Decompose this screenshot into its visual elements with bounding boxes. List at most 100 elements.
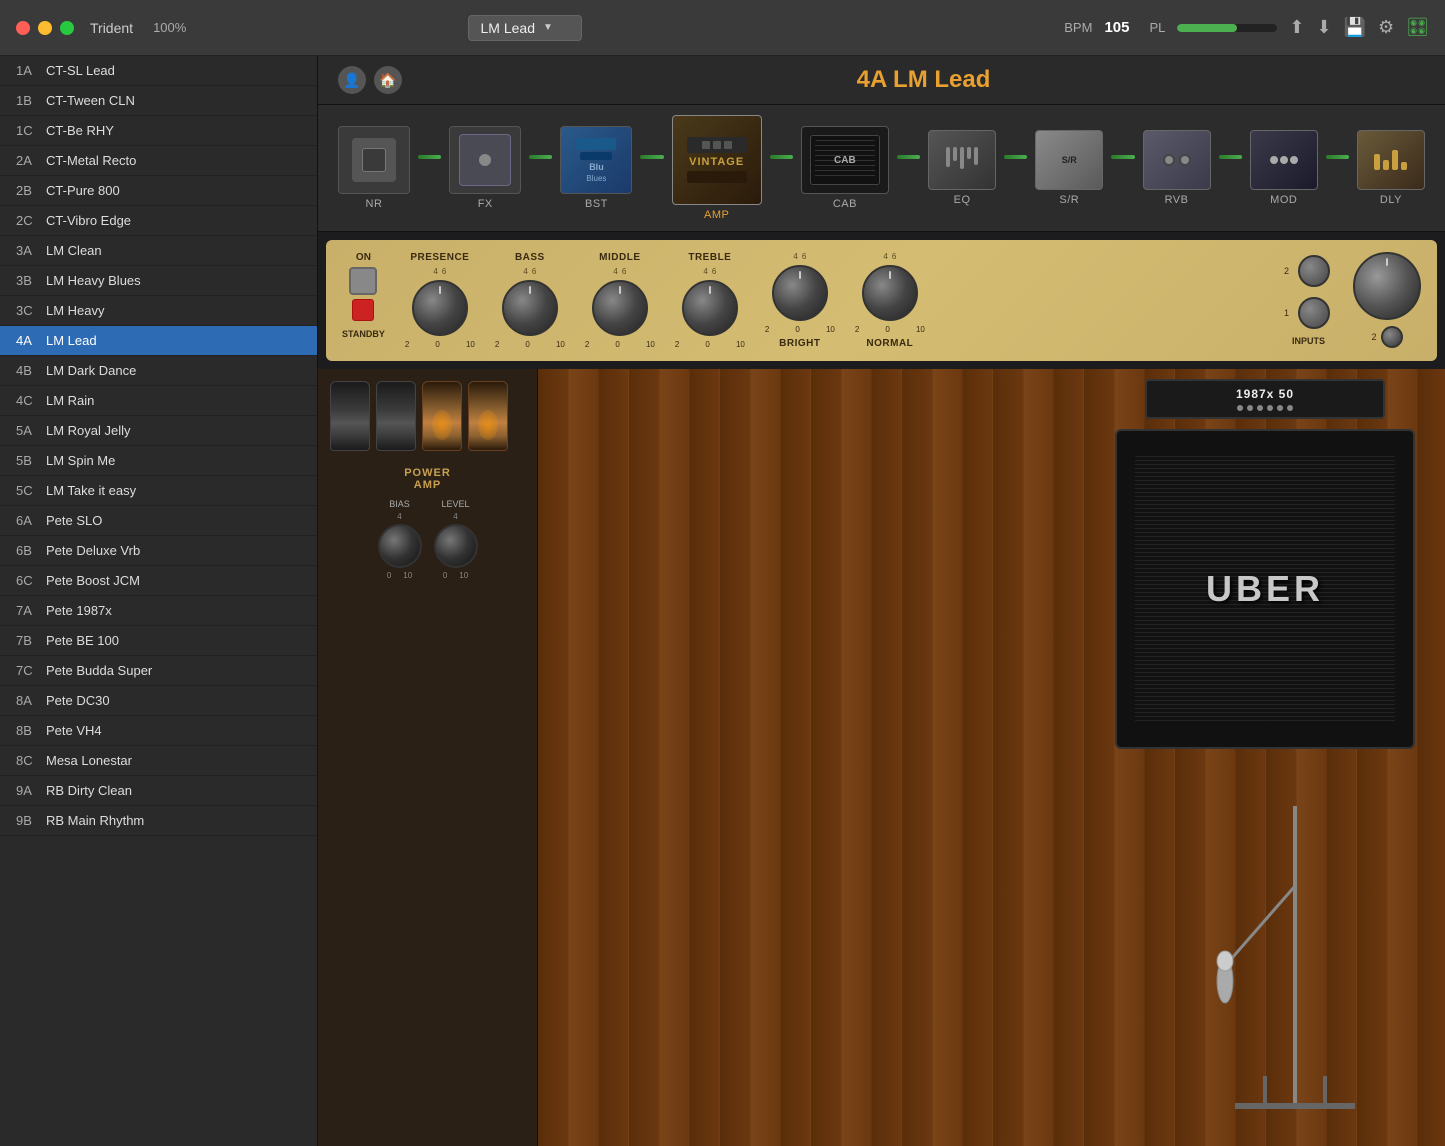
amp-detail-panel: ON STANDBY PRESENCE 46 2010 <box>326 240 1437 361</box>
chain-nr[interactable]: NR <box>338 126 410 210</box>
preset-name: Pete DC30 <box>46 693 110 708</box>
preset-row-5a[interactable]: 5ALM Royal Jelly <box>0 416 317 446</box>
normal-knob[interactable] <box>862 265 918 321</box>
mod-box[interactable] <box>1250 130 1318 190</box>
bpm-value: 105 <box>1104 19 1129 36</box>
bst-box[interactable]: Blu Blues <box>560 126 632 194</box>
preset-row-5b[interactable]: 5BLM Spin Me <box>0 446 317 476</box>
sidebar: 1ACT-SL Lead1BCT-Tween CLN1CCT-Be RHY2AC… <box>0 56 318 1146</box>
download-icon[interactable]: ⬇ <box>1316 17 1331 38</box>
preset-row-1a[interactable]: 1ACT-SL Lead <box>0 56 317 86</box>
chain-amp[interactable]: VINTAGE AMP <box>672 115 762 221</box>
preset-row-8b[interactable]: 8BPete VH4 <box>0 716 317 746</box>
bright-label: BRIGHT <box>779 338 820 349</box>
bottom-section: POWERAMP BIAS 4 010 LEVEL 4 010 <box>318 369 1445 1146</box>
preset-id: 4B <box>16 363 46 378</box>
chain-cab[interactable]: CAB CAB <box>801 126 889 210</box>
preset-row-3a[interactable]: 3ALM Clean <box>0 236 317 266</box>
preset-row-1c[interactable]: 1CCT-Be RHY <box>0 116 317 146</box>
preset-row-2b[interactable]: 2BCT-Pure 800 <box>0 176 317 206</box>
eq-box[interactable] <box>928 130 996 190</box>
export-icon[interactable]: ⬆ <box>1289 17 1304 38</box>
preset-id: 6A <box>16 513 46 528</box>
preset-row-7a[interactable]: 7APete 1987x <box>0 596 317 626</box>
preset-id: 3A <box>16 243 46 258</box>
preset-row-5c[interactable]: 5CLM Take it easy <box>0 476 317 506</box>
headphone-small-knob[interactable] <box>1381 326 1403 348</box>
preset-name: Pete SLO <box>46 513 102 528</box>
preset-row-4a[interactable]: 4ALM Lead <box>0 326 317 356</box>
preset-row-2c[interactable]: 2CCT-Vibro Edge <box>0 206 317 236</box>
cabinet[interactable]: UBER <box>1115 429 1415 749</box>
preset-row-7c[interactable]: 7CPete Budda Super <box>0 656 317 686</box>
app-name: Trident <box>90 20 133 36</box>
close-button[interactable] <box>16 21 30 35</box>
rvb-box[interactable] <box>1143 130 1211 190</box>
preset-row-6b[interactable]: 6BPete Deluxe Vrb <box>0 536 317 566</box>
save-icon[interactable]: 💾 <box>1344 17 1366 38</box>
input-jack-2[interactable] <box>1298 255 1330 287</box>
bright-knob[interactable] <box>772 265 828 321</box>
sr-box[interactable]: S/R <box>1035 130 1103 190</box>
power-amp-knobs: BIAS 4 010 LEVEL 4 010 <box>330 499 525 580</box>
settings-icon[interactable]: ⚙ <box>1378 17 1394 38</box>
treble-knob[interactable] <box>682 280 738 336</box>
preset-row-8c[interactable]: 8CMesa Lonestar <box>0 746 317 776</box>
bass-knob[interactable] <box>502 280 558 336</box>
headphone-knob[interactable] <box>1353 252 1421 320</box>
preset-row-3c[interactable]: 3CLM Heavy <box>0 296 317 326</box>
level-knob[interactable] <box>434 524 478 568</box>
plugin-icon[interactable]: 🎛 <box>1406 17 1429 38</box>
floor-area: 1987x 50 UBER <box>538 369 1445 1146</box>
cab-brand: UBER <box>1206 568 1324 610</box>
preset-row-7b[interactable]: 7BPete BE 100 <box>0 626 317 656</box>
preset-id: 2A <box>16 153 46 168</box>
wire-nr-fx <box>418 155 441 159</box>
preset-row-9a[interactable]: 9ARB Dirty Clean <box>0 776 317 806</box>
fx-box[interactable] <box>449 126 521 194</box>
preset-row-9b[interactable]: 9BRB Main Rhythm <box>0 806 317 836</box>
amp-box[interactable]: VINTAGE <box>672 115 762 205</box>
chain-sr[interactable]: S/R S/R <box>1035 130 1103 206</box>
chain-dly[interactable]: DLY <box>1357 130 1425 206</box>
header-icons: 👤 🏠 <box>338 66 402 94</box>
nr-box[interactable] <box>338 126 410 194</box>
dly-box[interactable] <box>1357 130 1425 190</box>
chain-fx[interactable]: FX <box>449 126 521 210</box>
preset-row-4c[interactable]: 4CLM Rain <box>0 386 317 416</box>
titlebar: Trident 100% LM Lead ▼ BPM 105 PL ⬆ ⬇ 💾 … <box>0 0 1445 56</box>
preset-row-8a[interactable]: 8APete DC30 <box>0 686 317 716</box>
chain-bst[interactable]: Blu Blues BST <box>560 126 632 210</box>
preset-row-6a[interactable]: 6APete SLO <box>0 506 317 536</box>
maximize-button[interactable] <box>60 21 74 35</box>
pl-slider[interactable] <box>1177 24 1277 32</box>
wire-cab-eq <box>897 155 920 159</box>
presence-control: PRESENCE 46 2010 <box>405 252 475 349</box>
chain-eq[interactable]: EQ <box>928 130 996 206</box>
preset-name: LM Dark Dance <box>46 363 136 378</box>
preset-row-2a[interactable]: 2ACT-Metal Recto <box>0 146 317 176</box>
input-jack-1[interactable] <box>1298 297 1330 329</box>
preset-row-4b[interactable]: 4BLM Dark Dance <box>0 356 317 386</box>
cab-chain-box[interactable]: CAB <box>801 126 889 194</box>
amp-head[interactable]: 1987x 50 <box>1145 379 1385 419</box>
middle-control: MIDDLE 46 2010 <box>585 252 655 349</box>
middle-knob[interactable] <box>592 280 648 336</box>
preset-row-6c[interactable]: 6CPete Boost JCM <box>0 566 317 596</box>
power-amp-label: POWERAMP <box>330 467 525 491</box>
preset-row-1b[interactable]: 1BCT-Tween CLN <box>0 86 317 116</box>
preset-name: LM Royal Jelly <box>46 423 131 438</box>
preset-row-3b[interactable]: 3BLM Heavy Blues <box>0 266 317 296</box>
preset-dropdown[interactable]: LM Lead ▼ <box>468 15 582 41</box>
treble-control: TREBLE 46 2010 <box>675 252 745 349</box>
home-icon[interactable]: 🏠 <box>374 66 402 94</box>
chain-mod[interactable]: MOD <box>1250 130 1318 206</box>
power-switch[interactable] <box>349 267 377 295</box>
minimize-button[interactable] <box>38 21 52 35</box>
bias-knob[interactable] <box>378 524 422 568</box>
preset-name: Pete VH4 <box>46 723 102 738</box>
user-icon[interactable]: 👤 <box>338 66 366 94</box>
bpm-label: BPM <box>1064 20 1092 35</box>
presence-knob[interactable] <box>412 280 468 336</box>
chain-rvb[interactable]: RVB <box>1143 130 1211 206</box>
